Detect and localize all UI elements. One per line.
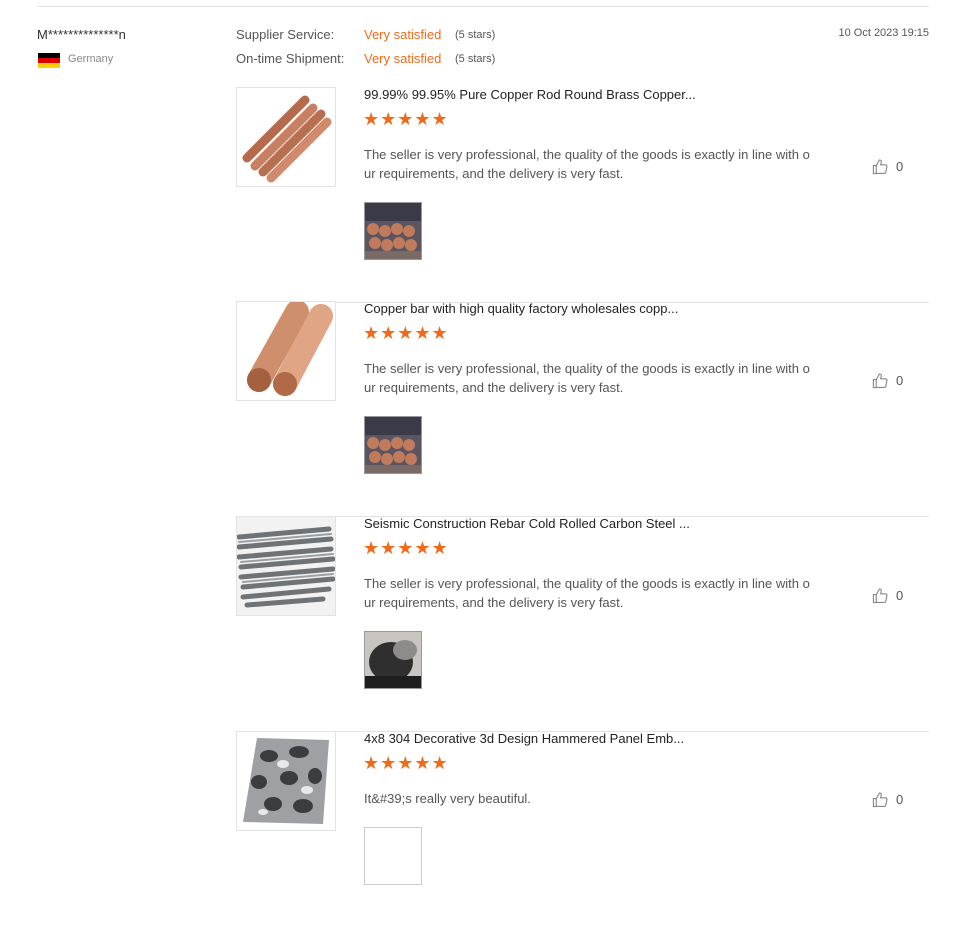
thumbs-up-icon	[872, 588, 888, 604]
like-count: 0	[896, 588, 904, 603]
buyer-country: Germany	[68, 53, 114, 65]
like-button[interactable]: 0	[872, 791, 903, 808]
product-title-link[interactable]: Copper bar with high quality factory who…	[364, 301, 678, 316]
review-photo[interactable]	[364, 827, 422, 885]
like-button[interactable]: 0	[872, 587, 903, 604]
thumbs-up-icon	[872, 373, 888, 389]
item-rating-stars: ★★★★★	[363, 323, 449, 343]
shipment-label: On-time Shipment:	[236, 51, 345, 66]
supplier-service-label: Supplier Service:	[236, 27, 335, 42]
shipment-stars: (5 stars)	[455, 53, 496, 65]
review-photo[interactable]	[364, 416, 422, 474]
thumbs-up-icon	[872, 159, 888, 175]
item-rating-stars: ★★★★★	[363, 109, 449, 129]
review-text: The seller is very professional, the qua…	[364, 147, 810, 181]
item-rating-stars: ★★★★★	[363, 753, 449, 773]
product-title-link[interactable]: 4x8 304 Decorative 3d Design Hammered Pa…	[364, 731, 684, 746]
like-count: 0	[896, 159, 904, 174]
review-text: The seller is very professional, the qua…	[364, 576, 810, 610]
review-text: It&#39;s really very beautiful.	[364, 791, 531, 806]
germany-flag-icon	[38, 53, 60, 68]
supplier-service-value: Very satisfied	[364, 27, 442, 42]
review-photo[interactable]	[364, 631, 422, 689]
like-count: 0	[896, 792, 904, 807]
like-count: 0	[896, 373, 904, 388]
review-date: 10 Oct 2023 19:15	[838, 27, 929, 39]
review-item: 4x8 304 Decorative 3d Design Hammered Pa…	[236, 731, 929, 946]
review-text: The seller is very professional, the qua…	[364, 361, 810, 395]
product-thumbnail[interactable]	[236, 301, 336, 401]
review-item: 99.99% 99.95% Pure Copper Rod Round Bras…	[236, 87, 929, 303]
review-item: Seismic Construction Rebar Cold Rolled C…	[236, 516, 929, 732]
review-photo[interactable]	[364, 202, 422, 260]
like-button[interactable]: 0	[872, 158, 903, 175]
product-thumbnail[interactable]	[236, 87, 336, 187]
thumbs-up-icon	[872, 792, 888, 808]
product-title-link[interactable]: Seismic Construction Rebar Cold Rolled C…	[364, 516, 690, 531]
supplier-service-stars: (5 stars)	[455, 29, 496, 41]
top-divider	[37, 6, 929, 7]
review-item: Copper bar with high quality factory who…	[236, 301, 929, 517]
buyer-name: M**************n	[37, 27, 126, 42]
item-rating-stars: ★★★★★	[363, 538, 449, 558]
product-thumbnail[interactable]	[236, 731, 336, 831]
product-title-link[interactable]: 99.99% 99.95% Pure Copper Rod Round Bras…	[364, 87, 696, 102]
product-thumbnail[interactable]	[236, 516, 336, 616]
shipment-value: Very satisfied	[364, 51, 442, 66]
like-button[interactable]: 0	[872, 372, 903, 389]
